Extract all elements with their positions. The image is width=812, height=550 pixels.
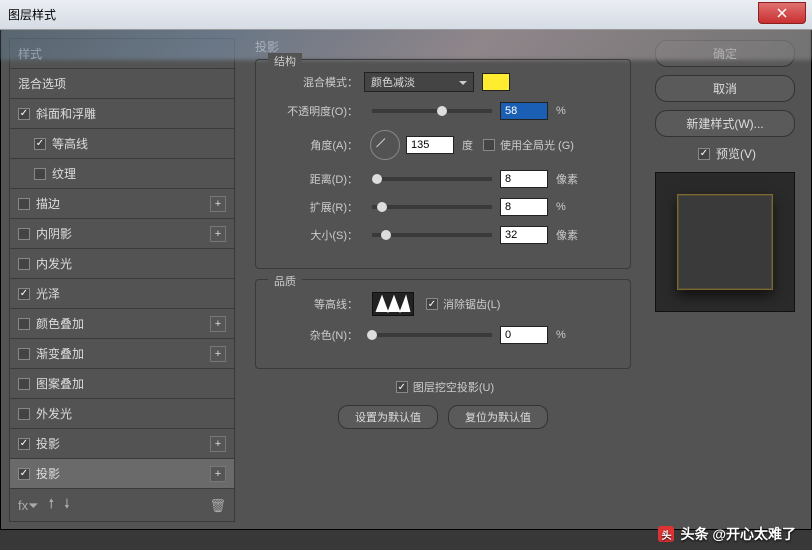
contour-label: 等高线： <box>266 296 364 312</box>
add-effect-button[interactable]: + <box>210 466 226 482</box>
style-item-1[interactable]: 等高线 <box>10 129 234 159</box>
styles-footer: fx⏷ 🠕 🠗 🗑 <box>10 489 234 523</box>
noise-slider[interactable] <box>372 333 492 337</box>
style-label: 内阴影 <box>36 225 72 242</box>
style-checkbox[interactable] <box>18 288 30 300</box>
style-item-5[interactable]: 内发光 <box>10 249 234 279</box>
quality-legend: 品质 <box>268 273 302 289</box>
style-checkbox[interactable] <box>18 378 30 390</box>
style-item-9[interactable]: 图案叠加 <box>10 369 234 399</box>
style-item-2[interactable]: 纹理 <box>10 159 234 189</box>
contour-preset[interactable] <box>372 292 414 316</box>
arrow-up-icon[interactable]: 🠕 <box>49 495 55 517</box>
cancel-button[interactable]: 取消 <box>655 75 795 102</box>
style-item-10[interactable]: 外发光 <box>10 399 234 429</box>
settings-panel: 投影 结构 混合模式： 颜色减淡 不透明度(O)： 58 % 角度(A)： 13… <box>243 30 643 529</box>
style-checkbox[interactable] <box>18 198 30 210</box>
add-effect-button[interactable]: + <box>210 346 226 362</box>
noise-label: 杂色(N)： <box>266 327 364 343</box>
spread-input[interactable]: 8 <box>500 198 548 216</box>
spread-slider[interactable] <box>372 205 492 209</box>
preview-checkbox[interactable]: 预览(V) <box>655 145 799 162</box>
spread-label: 扩展(R)： <box>266 199 364 215</box>
trash-icon[interactable]: 🗑 <box>209 498 226 514</box>
style-label: 内发光 <box>36 255 72 272</box>
styles-panel: 样式 混合选项 斜面和浮雕等高线纹理描边+内阴影+内发光光泽颜色叠加+渐变叠加+… <box>1 30 243 529</box>
style-label: 图案叠加 <box>36 375 84 392</box>
style-label: 外发光 <box>36 405 72 422</box>
distance-slider[interactable] <box>372 177 492 181</box>
knockout-checkbox[interactable]: 图层挖空投影(U) <box>396 379 494 395</box>
style-checkbox[interactable] <box>18 438 30 450</box>
distance-label: 距离(D)： <box>266 171 364 187</box>
angle-input[interactable]: 135 <box>406 136 454 154</box>
style-checkbox[interactable] <box>18 348 30 360</box>
watermark-icon: 头 <box>658 526 674 542</box>
style-label: 描边 <box>36 195 60 212</box>
blend-mode-label: 混合模式： <box>266 74 364 90</box>
style-label: 等高线 <box>52 135 88 152</box>
quality-fieldset: 品质 等高线： 消除锯齿(L) 杂色(N)： 0 % <box>255 279 631 369</box>
angle-label: 角度(A)： <box>266 137 364 153</box>
blending-options[interactable]: 混合选项 <box>10 69 234 99</box>
fx-icon[interactable]: fx⏷ <box>18 498 39 514</box>
style-label: 颜色叠加 <box>36 315 84 332</box>
opacity-slider[interactable] <box>372 109 492 113</box>
size-input[interactable]: 32 <box>500 226 548 244</box>
titlebar: 图层样式 <box>0 0 812 30</box>
add-effect-button[interactable]: + <box>210 226 226 242</box>
style-label: 纹理 <box>52 165 76 182</box>
style-checkbox[interactable] <box>18 318 30 330</box>
structure-fieldset: 结构 混合模式： 颜色减淡 不透明度(O)： 58 % 角度(A)： 135 度… <box>255 59 631 269</box>
angle-dial[interactable] <box>370 130 400 160</box>
style-checkbox[interactable] <box>34 138 46 150</box>
style-item-6[interactable]: 光泽 <box>10 279 234 309</box>
add-effect-button[interactable]: + <box>210 436 226 452</box>
action-panel: 确定 取消 新建样式(W)... 预览(V) <box>643 30 811 529</box>
window-title: 图层样式 <box>0 6 56 23</box>
style-item-12[interactable]: 投影 + <box>10 459 234 489</box>
shadow-color-swatch[interactable] <box>482 73 510 91</box>
style-checkbox[interactable] <box>18 408 30 420</box>
add-effect-button[interactable]: + <box>210 196 226 212</box>
close-icon <box>777 8 787 18</box>
style-item-0[interactable]: 斜面和浮雕 <box>10 99 234 129</box>
style-item-4[interactable]: 内阴影 + <box>10 219 234 249</box>
style-checkbox[interactable] <box>34 168 46 180</box>
global-light-checkbox[interactable]: 使用全局光 (G) <box>483 137 574 153</box>
add-effect-button[interactable]: + <box>210 316 226 332</box>
distance-input[interactable]: 8 <box>500 170 548 188</box>
size-label: 大小(S)： <box>266 227 364 243</box>
blend-mode-select[interactable]: 颜色减淡 <box>364 72 474 92</box>
opacity-input[interactable]: 58 <box>500 102 548 120</box>
style-item-3[interactable]: 描边 + <box>10 189 234 219</box>
set-default-button[interactable]: 设置为默认值 <box>338 405 438 429</box>
style-checkbox[interactable] <box>18 108 30 120</box>
style-item-7[interactable]: 颜色叠加 + <box>10 309 234 339</box>
preview-box <box>655 172 795 312</box>
new-style-button[interactable]: 新建样式(W)... <box>655 110 795 137</box>
preview-swatch <box>677 194 773 290</box>
close-button[interactable] <box>758 2 806 24</box>
style-label: 渐变叠加 <box>36 345 84 362</box>
style-label: 投影 <box>36 435 60 452</box>
reset-default-button[interactable]: 复位为默认值 <box>448 405 548 429</box>
watermark: 头 头条 @开心太难了 <box>658 524 796 544</box>
style-label: 投影 <box>36 465 60 482</box>
structure-legend: 结构 <box>268 53 302 69</box>
antialias-checkbox[interactable]: 消除锯齿(L) <box>426 296 500 312</box>
style-item-11[interactable]: 投影 + <box>10 429 234 459</box>
noise-input[interactable]: 0 <box>500 326 548 344</box>
style-label: 斜面和浮雕 <box>36 105 96 122</box>
contour-icon <box>374 294 412 314</box>
style-label: 光泽 <box>36 285 60 302</box>
arrow-down-icon[interactable]: 🠗 <box>64 495 70 517</box>
style-checkbox[interactable] <box>18 468 30 480</box>
style-checkbox[interactable] <box>18 228 30 240</box>
style-item-8[interactable]: 渐变叠加 + <box>10 339 234 369</box>
opacity-label: 不透明度(O)： <box>266 103 364 119</box>
style-checkbox[interactable] <box>18 258 30 270</box>
size-slider[interactable] <box>372 233 492 237</box>
